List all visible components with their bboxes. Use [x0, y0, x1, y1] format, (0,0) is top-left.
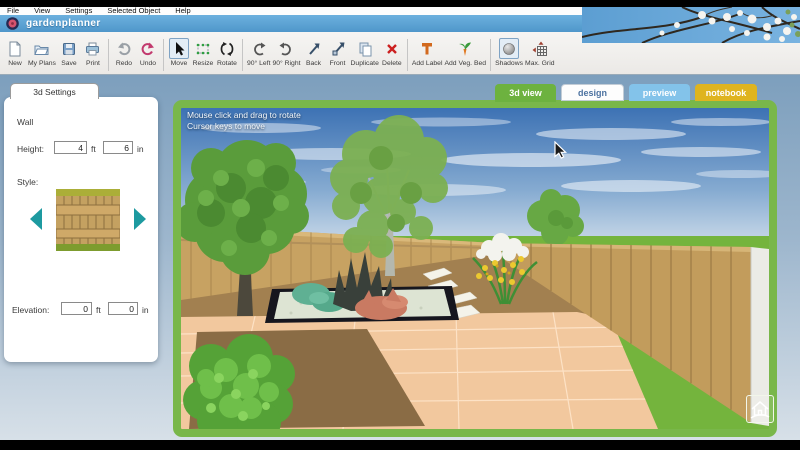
wall-section-label: Wall [17, 117, 34, 127]
toolbar-button-print[interactable]: Print [82, 38, 104, 67]
toolbar-button-resize[interactable]: Resize [192, 38, 214, 67]
elevation-label: Elevation: [12, 305, 50, 315]
tab-3d-view[interactable]: 3d view [495, 84, 556, 102]
toolbar-button-delete[interactable]: Delete [381, 38, 403, 67]
menu-view[interactable]: View [34, 7, 50, 15]
unit-ft-label: ft [96, 305, 101, 315]
viewport-hint-text: Mouse click and drag to rotate Cursor ke… [187, 110, 301, 132]
toolbar-button-add-veg-bed[interactable]: Add Veg. Bed [444, 38, 486, 67]
gardenplanner-logo-icon [6, 17, 19, 30]
menu-selected-object[interactable]: Selected Object [107, 7, 160, 15]
toolbar-separator [162, 39, 164, 71]
delete-x-icon [382, 38, 402, 59]
folder-icon [32, 38, 52, 59]
toolbar-button-back[interactable]: Back [303, 38, 325, 67]
toolbar-separator [107, 39, 109, 71]
gardenplanner-watermark [746, 395, 774, 423]
tab-preview[interactable]: preview [629, 84, 690, 101]
menu-settings[interactable]: Settings [65, 7, 92, 15]
settings-panel-title: 3d Settings [33, 86, 76, 97]
toolbar-button-front[interactable]: Front [327, 38, 349, 67]
title-bar: gardenplanner [0, 15, 585, 32]
tab-notebook[interactable]: notebook [695, 84, 757, 101]
rotate-90-left-icon [249, 38, 269, 59]
hint-line-2: Cursor keys to move [187, 121, 265, 131]
tab-design[interactable]: design [561, 84, 624, 101]
elevation-in-input[interactable] [108, 302, 138, 315]
menu-file[interactable]: File [7, 7, 19, 15]
unit-in-label: in [142, 305, 149, 315]
settings-panel-tab[interactable]: 3d Settings [10, 83, 99, 99]
resize-handles-icon [193, 38, 213, 59]
floppy-disk-icon [59, 38, 79, 59]
send-to-back-icon [304, 38, 324, 59]
undo-arrow-icon [138, 38, 158, 59]
desktop-wallpaper [582, 7, 800, 43]
garden-3d-scene[interactable] [181, 108, 769, 429]
menu-help[interactable]: Help [175, 7, 190, 15]
unit-in-label: in [137, 144, 144, 154]
hint-line-1: Mouse click and drag to rotate [187, 110, 301, 120]
toolbar-button-redo[interactable]: Redo [113, 38, 135, 67]
height-label: Height: [17, 144, 44, 154]
toolbar-separator [241, 39, 243, 71]
max-grid-icon [530, 38, 550, 59]
style-prev-arrow[interactable] [30, 208, 42, 230]
toolbar-button-add-label[interactable]: Add Label [412, 38, 442, 67]
move-cursor-icon [168, 38, 189, 59]
toolbar-button-shadows[interactable]: Shadows [495, 38, 523, 67]
settings-panel: Wall Height: ft in Style: [4, 97, 158, 362]
toolbar-separator [490, 39, 492, 71]
wall-style-picker [26, 187, 150, 253]
toolbar-button-rotate[interactable]: Rotate [216, 38, 238, 67]
style-label: Style: [17, 177, 39, 187]
toolbar-button-90-left[interactable]: 90° Left [247, 38, 270, 67]
menu-bar: File View Settings Selected Object Help [0, 7, 585, 15]
printer-icon [83, 38, 103, 59]
style-next-arrow[interactable] [134, 208, 146, 230]
viewport-3d-frame [173, 100, 777, 437]
toolbar-button-new[interactable]: New [4, 38, 26, 67]
wall-height-in-input[interactable] [103, 141, 133, 154]
wall-height-ft-input[interactable] [54, 141, 87, 154]
toolbar-button-save[interactable]: Save [58, 38, 80, 67]
duplicate-pages-icon [355, 38, 375, 59]
rotate-arrows-icon [217, 38, 237, 59]
toolbar-button-move[interactable]: Move [168, 38, 190, 67]
new-document-icon [5, 38, 25, 59]
unit-ft-label: ft [91, 144, 96, 154]
app-title: gardenplanner [26, 18, 101, 29]
toolbar-button-my-plans[interactable]: My Plans [28, 38, 56, 67]
mouse-cursor [554, 140, 568, 165]
text-label-icon [417, 38, 437, 59]
bring-to-front-icon [328, 38, 348, 59]
toolbar-button-undo[interactable]: Undo [137, 38, 159, 67]
toolbar-button-duplicate[interactable]: Duplicate [351, 38, 379, 67]
fence-style-preview [56, 189, 120, 251]
toolbar-button-90-right[interactable]: 90° Right [272, 38, 301, 67]
vegetable-sprout-icon [455, 38, 475, 59]
toolbar-separator [406, 39, 408, 71]
redo-arrow-icon [114, 38, 134, 59]
elevation-ft-input[interactable] [61, 302, 92, 315]
app-window: File View Settings Selected Object Help … [0, 0, 800, 450]
shadow-sphere-icon [499, 38, 520, 59]
toolbar-button-max-grid[interactable]: Max. Grid [525, 38, 555, 67]
house-logo-icon [750, 401, 770, 419]
rotate-90-right-icon [276, 38, 296, 59]
